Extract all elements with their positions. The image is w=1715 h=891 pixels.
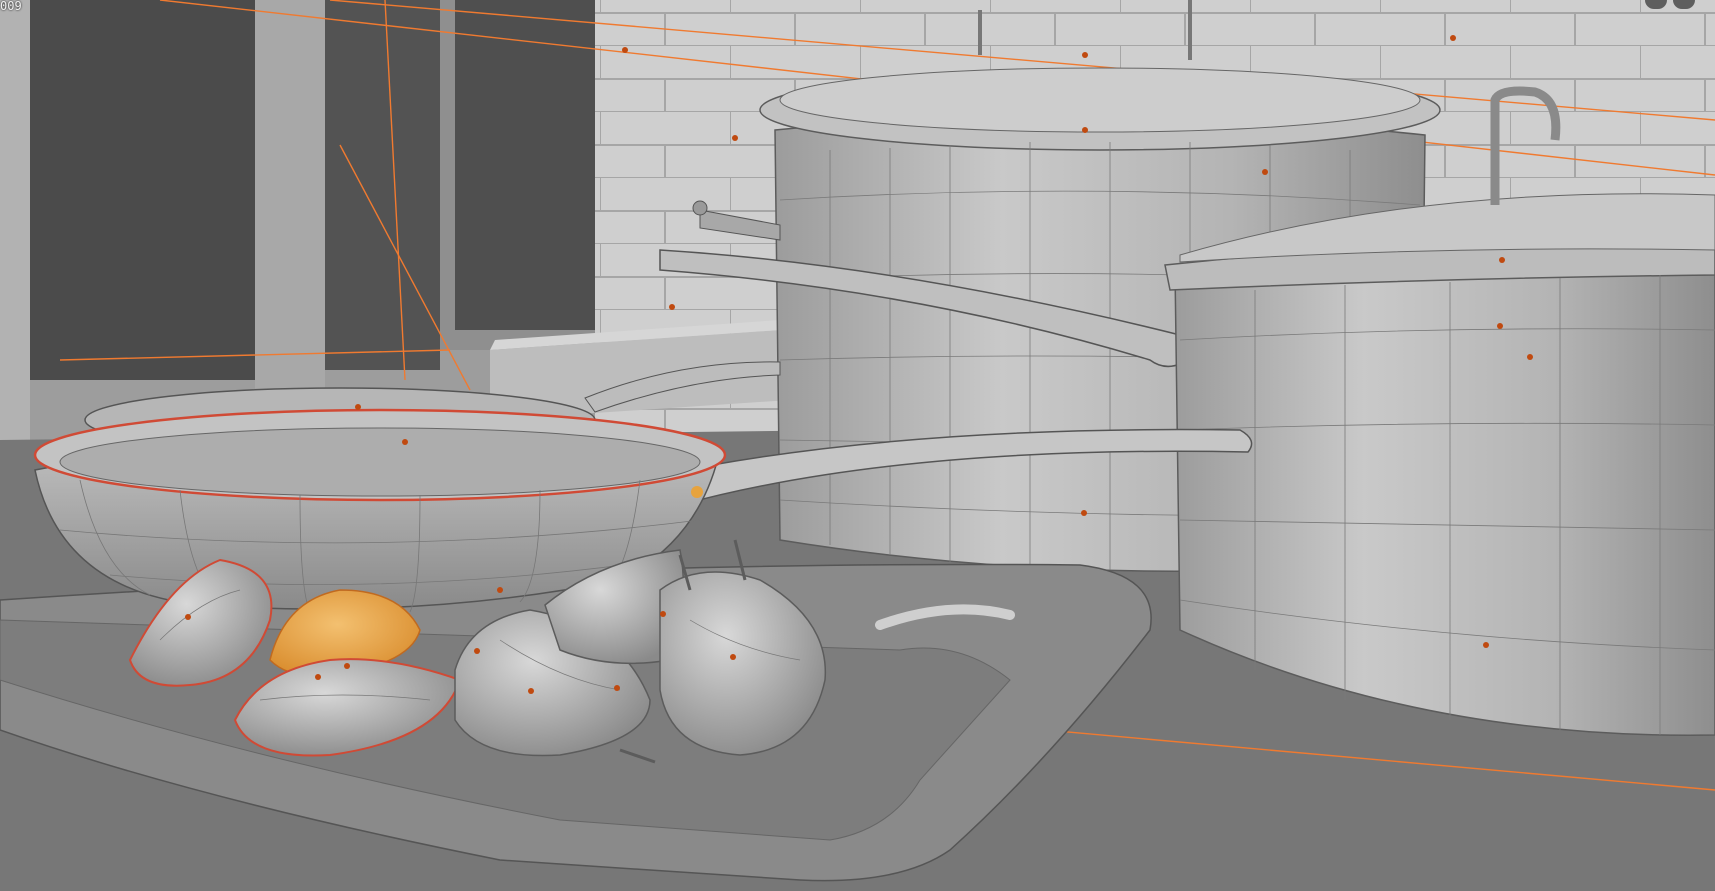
gizmo-orbit-icon[interactable] bbox=[1645, 0, 1667, 9]
3d-viewport[interactable]: 009 bbox=[0, 0, 1715, 891]
viewport-scene[interactable] bbox=[0, 0, 1715, 891]
gizmo-zoom-icon[interactable] bbox=[1673, 0, 1695, 9]
navigation-gizmo[interactable] bbox=[1645, 0, 1695, 9]
frame-label: 009 bbox=[0, 0, 22, 13]
